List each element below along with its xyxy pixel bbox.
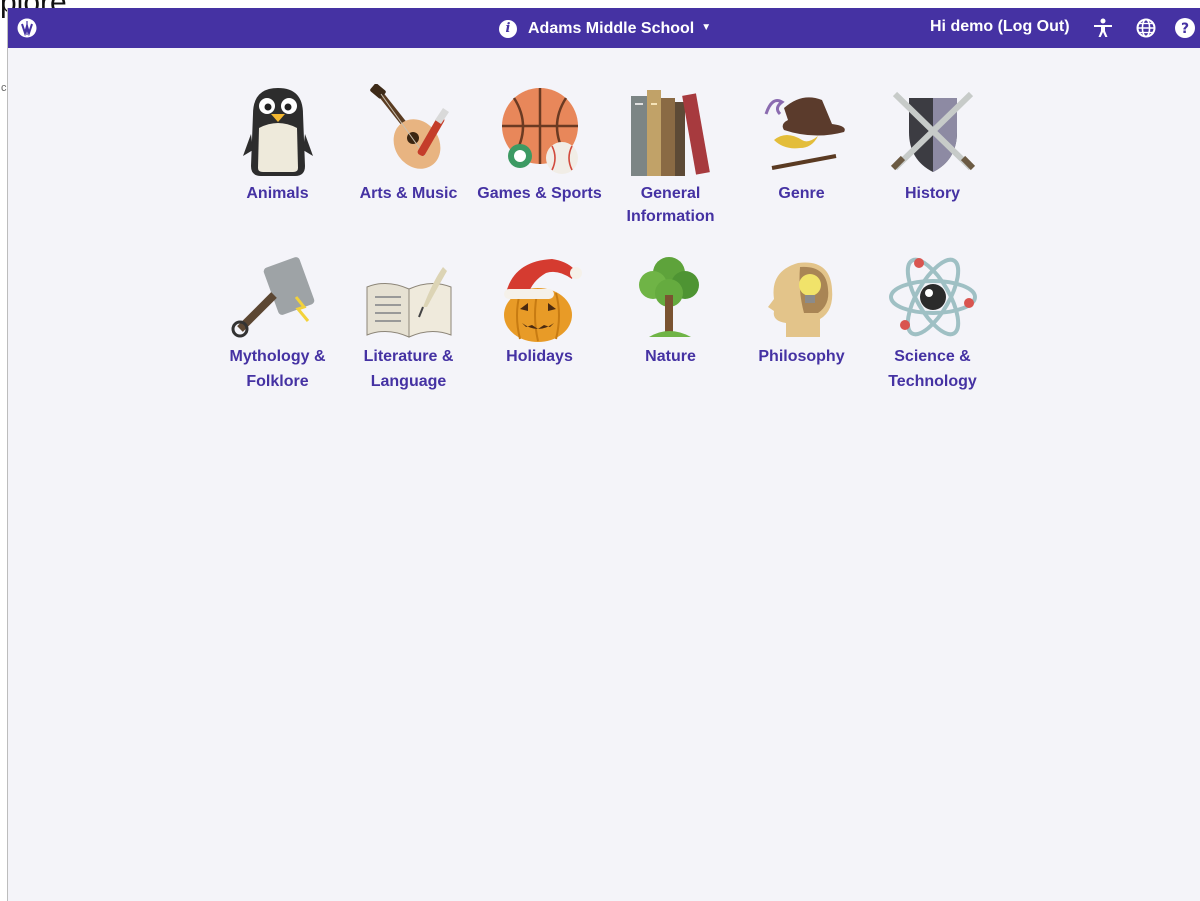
school-selector[interactable]: i Adams Middle School ▼ xyxy=(499,18,711,40)
category-mythology-folklore[interactable]: Mythology & Folklore xyxy=(210,251,345,394)
tree-icon xyxy=(638,257,699,337)
category-label: Folklore xyxy=(246,373,309,390)
category-label: Mythology & xyxy=(229,348,326,365)
svg-text:?: ? xyxy=(1181,21,1189,37)
category-label: Arts & Music xyxy=(359,185,458,202)
info-icon[interactable]: i xyxy=(499,20,517,38)
category-science-technology[interactable]: Science & Technology xyxy=(865,251,1000,394)
dropdown-caret-icon: ▼ xyxy=(701,21,712,33)
category-label: Science & xyxy=(894,348,971,365)
category-label: General xyxy=(640,185,701,202)
background-text-small: c xyxy=(1,82,7,94)
hammer-icon xyxy=(231,257,314,338)
world-book-logo-icon[interactable] xyxy=(17,18,37,38)
category-history[interactable]: History xyxy=(865,84,1000,206)
head-lightbulb-icon xyxy=(767,262,832,337)
category-philosophy[interactable]: Philosophy xyxy=(734,251,869,369)
category-label: Animals xyxy=(246,185,309,202)
category-label: Games & Sports xyxy=(477,185,602,202)
category-general-information[interactable]: General Information xyxy=(603,84,738,229)
guitar-paintbrush-icon xyxy=(369,84,449,169)
category-games-sports[interactable]: Games & Sports xyxy=(472,84,607,206)
category-label: Genre xyxy=(778,185,825,202)
category-label: Information xyxy=(626,208,715,225)
category-label: Literature & xyxy=(363,348,454,365)
category-label: Philosophy xyxy=(758,348,845,365)
category-animals[interactable]: Animals xyxy=(210,84,345,206)
category-literature-language[interactable]: Literature & Language xyxy=(341,251,476,394)
category-label: History xyxy=(904,185,961,202)
category-label: Holidays xyxy=(506,348,573,365)
books-icon xyxy=(630,90,710,176)
sports-balls-icon xyxy=(501,88,578,174)
category-label: Language xyxy=(370,373,447,390)
pumpkin-santa-hat-icon xyxy=(503,259,582,342)
category-label: Technology xyxy=(888,373,977,390)
app-frame: i Adams Middle School ▼ Hi demo (Log Out… xyxy=(7,8,1200,901)
logout-link[interactable]: Hi demo (Log Out) xyxy=(930,18,1070,36)
shield-swords-icon xyxy=(890,91,975,172)
accessibility-icon[interactable] xyxy=(1092,17,1114,39)
atom-icon xyxy=(888,257,977,337)
globe-icon[interactable] xyxy=(1135,17,1157,39)
category-genre[interactable]: Genre xyxy=(734,84,869,206)
school-name: Adams Middle School xyxy=(528,20,695,37)
open-book-quill-icon xyxy=(366,267,451,338)
category-holidays[interactable]: Holidays xyxy=(472,251,607,369)
category-nature[interactable]: Nature xyxy=(603,251,738,369)
top-navigation-bar: i Adams Middle School ▼ Hi demo (Log Out… xyxy=(8,8,1200,48)
help-icon[interactable]: ? xyxy=(1174,17,1196,39)
category-arts-music[interactable]: Arts & Music xyxy=(341,84,476,206)
hat-lamp-wand-icon xyxy=(764,97,845,170)
penguin-icon xyxy=(242,88,313,176)
category-label: Nature xyxy=(645,348,696,365)
